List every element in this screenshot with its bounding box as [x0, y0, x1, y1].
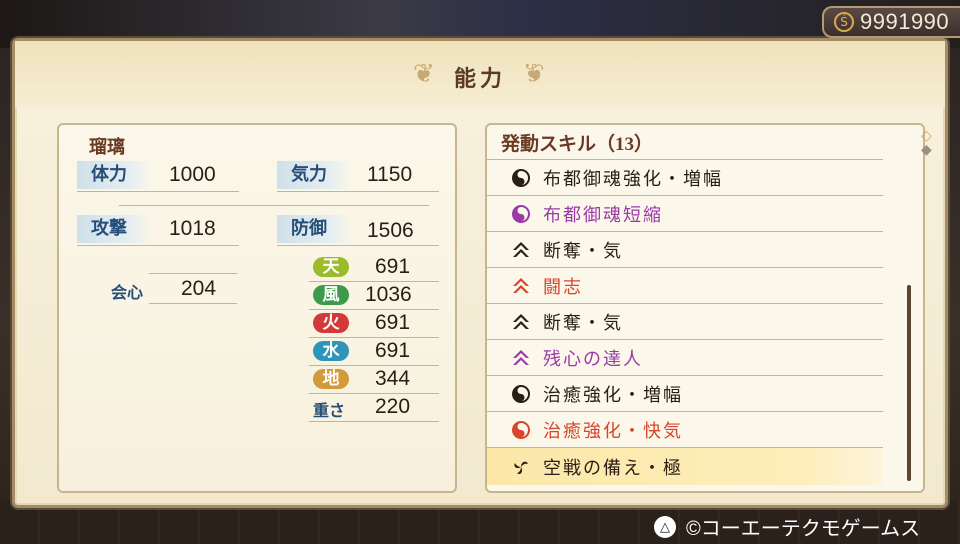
divider	[309, 421, 439, 422]
skill-label: 布都御魂短縮	[543, 204, 663, 226]
crit-label: 会心	[111, 283, 144, 302]
black-arrow-icon	[511, 312, 531, 332]
skills-header: 発動スキル（13）	[501, 134, 654, 155]
scroll-down-diamond-icon[interactable]: ◆	[921, 142, 932, 158]
coin-icon: Ś	[834, 12, 854, 32]
skill-label: 布都御魂強化・増幅	[543, 168, 723, 190]
footer: △ ©コーエーテクモゲームス	[654, 512, 920, 541]
weight-label: 重さ	[313, 401, 346, 420]
ki-value: 1150	[367, 163, 413, 186]
skill-label: 残心の達人	[543, 348, 643, 370]
element-wind-badge: 風	[313, 285, 349, 305]
divider	[277, 245, 439, 246]
skill-label: 治癒強化・快気	[543, 420, 683, 442]
element-water-badge: 水	[313, 341, 349, 361]
element-earth-value: 344	[375, 367, 411, 390]
hp-label: 体力	[77, 161, 151, 189]
black-swirl-icon	[511, 384, 531, 404]
skill-label: 闘志	[543, 276, 583, 298]
attack-label: 攻撃	[77, 215, 151, 243]
skill-label: 空戦の備え・極	[543, 457, 683, 479]
divider	[309, 337, 439, 338]
skills-count: （13）	[596, 134, 654, 155]
skill-row[interactable]: 残心の達人	[487, 339, 883, 375]
page-title: 能力	[453, 66, 506, 92]
skill-row[interactable]: 断奪・気	[487, 303, 883, 339]
red-swirl-icon	[511, 420, 531, 440]
black-arrow-icon	[511, 240, 531, 260]
attack-value: 1018	[169, 217, 216, 240]
defense-label: 防御	[277, 215, 351, 243]
divider	[119, 205, 429, 206]
divider	[149, 273, 237, 274]
stats-card: 瑠璃 体力 1000 気力 1150 攻撃 1018 防御 1506 会心 20…	[57, 123, 457, 493]
ki-label: 気力	[277, 161, 351, 189]
triskelion-icon	[511, 457, 531, 477]
gold-value: 9991990	[860, 9, 950, 34]
crit-value: 204	[181, 277, 217, 300]
triangle-button-icon[interactable]: △	[654, 515, 676, 538]
divider	[309, 309, 439, 310]
skill-row[interactable]: 断奪・気	[487, 231, 883, 267]
character-name: 瑠璃	[89, 137, 125, 158]
element-fire-value: 691	[375, 311, 411, 334]
skill-row[interactable]: 布都御魂強化・増幅	[487, 159, 883, 195]
skill-label: 断奪・気	[543, 240, 623, 262]
skill-label: 治癒強化・増幅	[543, 384, 683, 406]
skill-row-selected[interactable]: 空戦の備え・極	[487, 447, 883, 485]
purple-arrow-icon	[511, 348, 531, 368]
divider	[277, 191, 439, 192]
skill-row[interactable]: 闘志	[487, 267, 883, 303]
black-swirl-icon	[511, 168, 531, 188]
hp-value: 1000	[169, 163, 216, 186]
ability-panel: ❦ ❦ 能力 瑠璃 体力 1000 気力 1150 攻撃 1018 防御 150…	[12, 38, 948, 508]
divider	[309, 393, 439, 394]
red-arrow-icon	[511, 276, 531, 296]
element-wind-value: 1036	[365, 283, 412, 306]
scrollbar-thumb[interactable]	[907, 285, 911, 481]
element-heaven-value: 691	[375, 255, 411, 278]
skill-row[interactable]: 布都御魂短縮	[487, 195, 883, 231]
skills-card: 発動スキル（13） 布都御魂強化・増幅 布都御魂短縮 断奪・気 闘志 断奪・気 …	[485, 123, 925, 493]
defense-value: 1506	[367, 219, 414, 242]
element-water-value: 691	[375, 339, 411, 362]
skill-row[interactable]: 治癒強化・増幅	[487, 375, 883, 411]
skill-row[interactable]: 治癒強化・快気	[487, 411, 883, 447]
copyright-text: ©コーエーテクモゲームス	[686, 518, 921, 540]
weight-value: 220	[375, 395, 411, 418]
divider	[77, 191, 239, 192]
divider	[77, 245, 239, 246]
skill-label: 断奪・気	[543, 312, 623, 334]
gold-counter: Ś 9991990	[822, 6, 960, 38]
divider	[149, 303, 237, 304]
purple-swirl-icon	[511, 204, 531, 224]
element-fire-badge: 火	[313, 313, 349, 333]
divider	[309, 365, 439, 366]
element-heaven-badge: 天	[313, 257, 349, 277]
element-earth-badge: 地	[313, 369, 349, 389]
